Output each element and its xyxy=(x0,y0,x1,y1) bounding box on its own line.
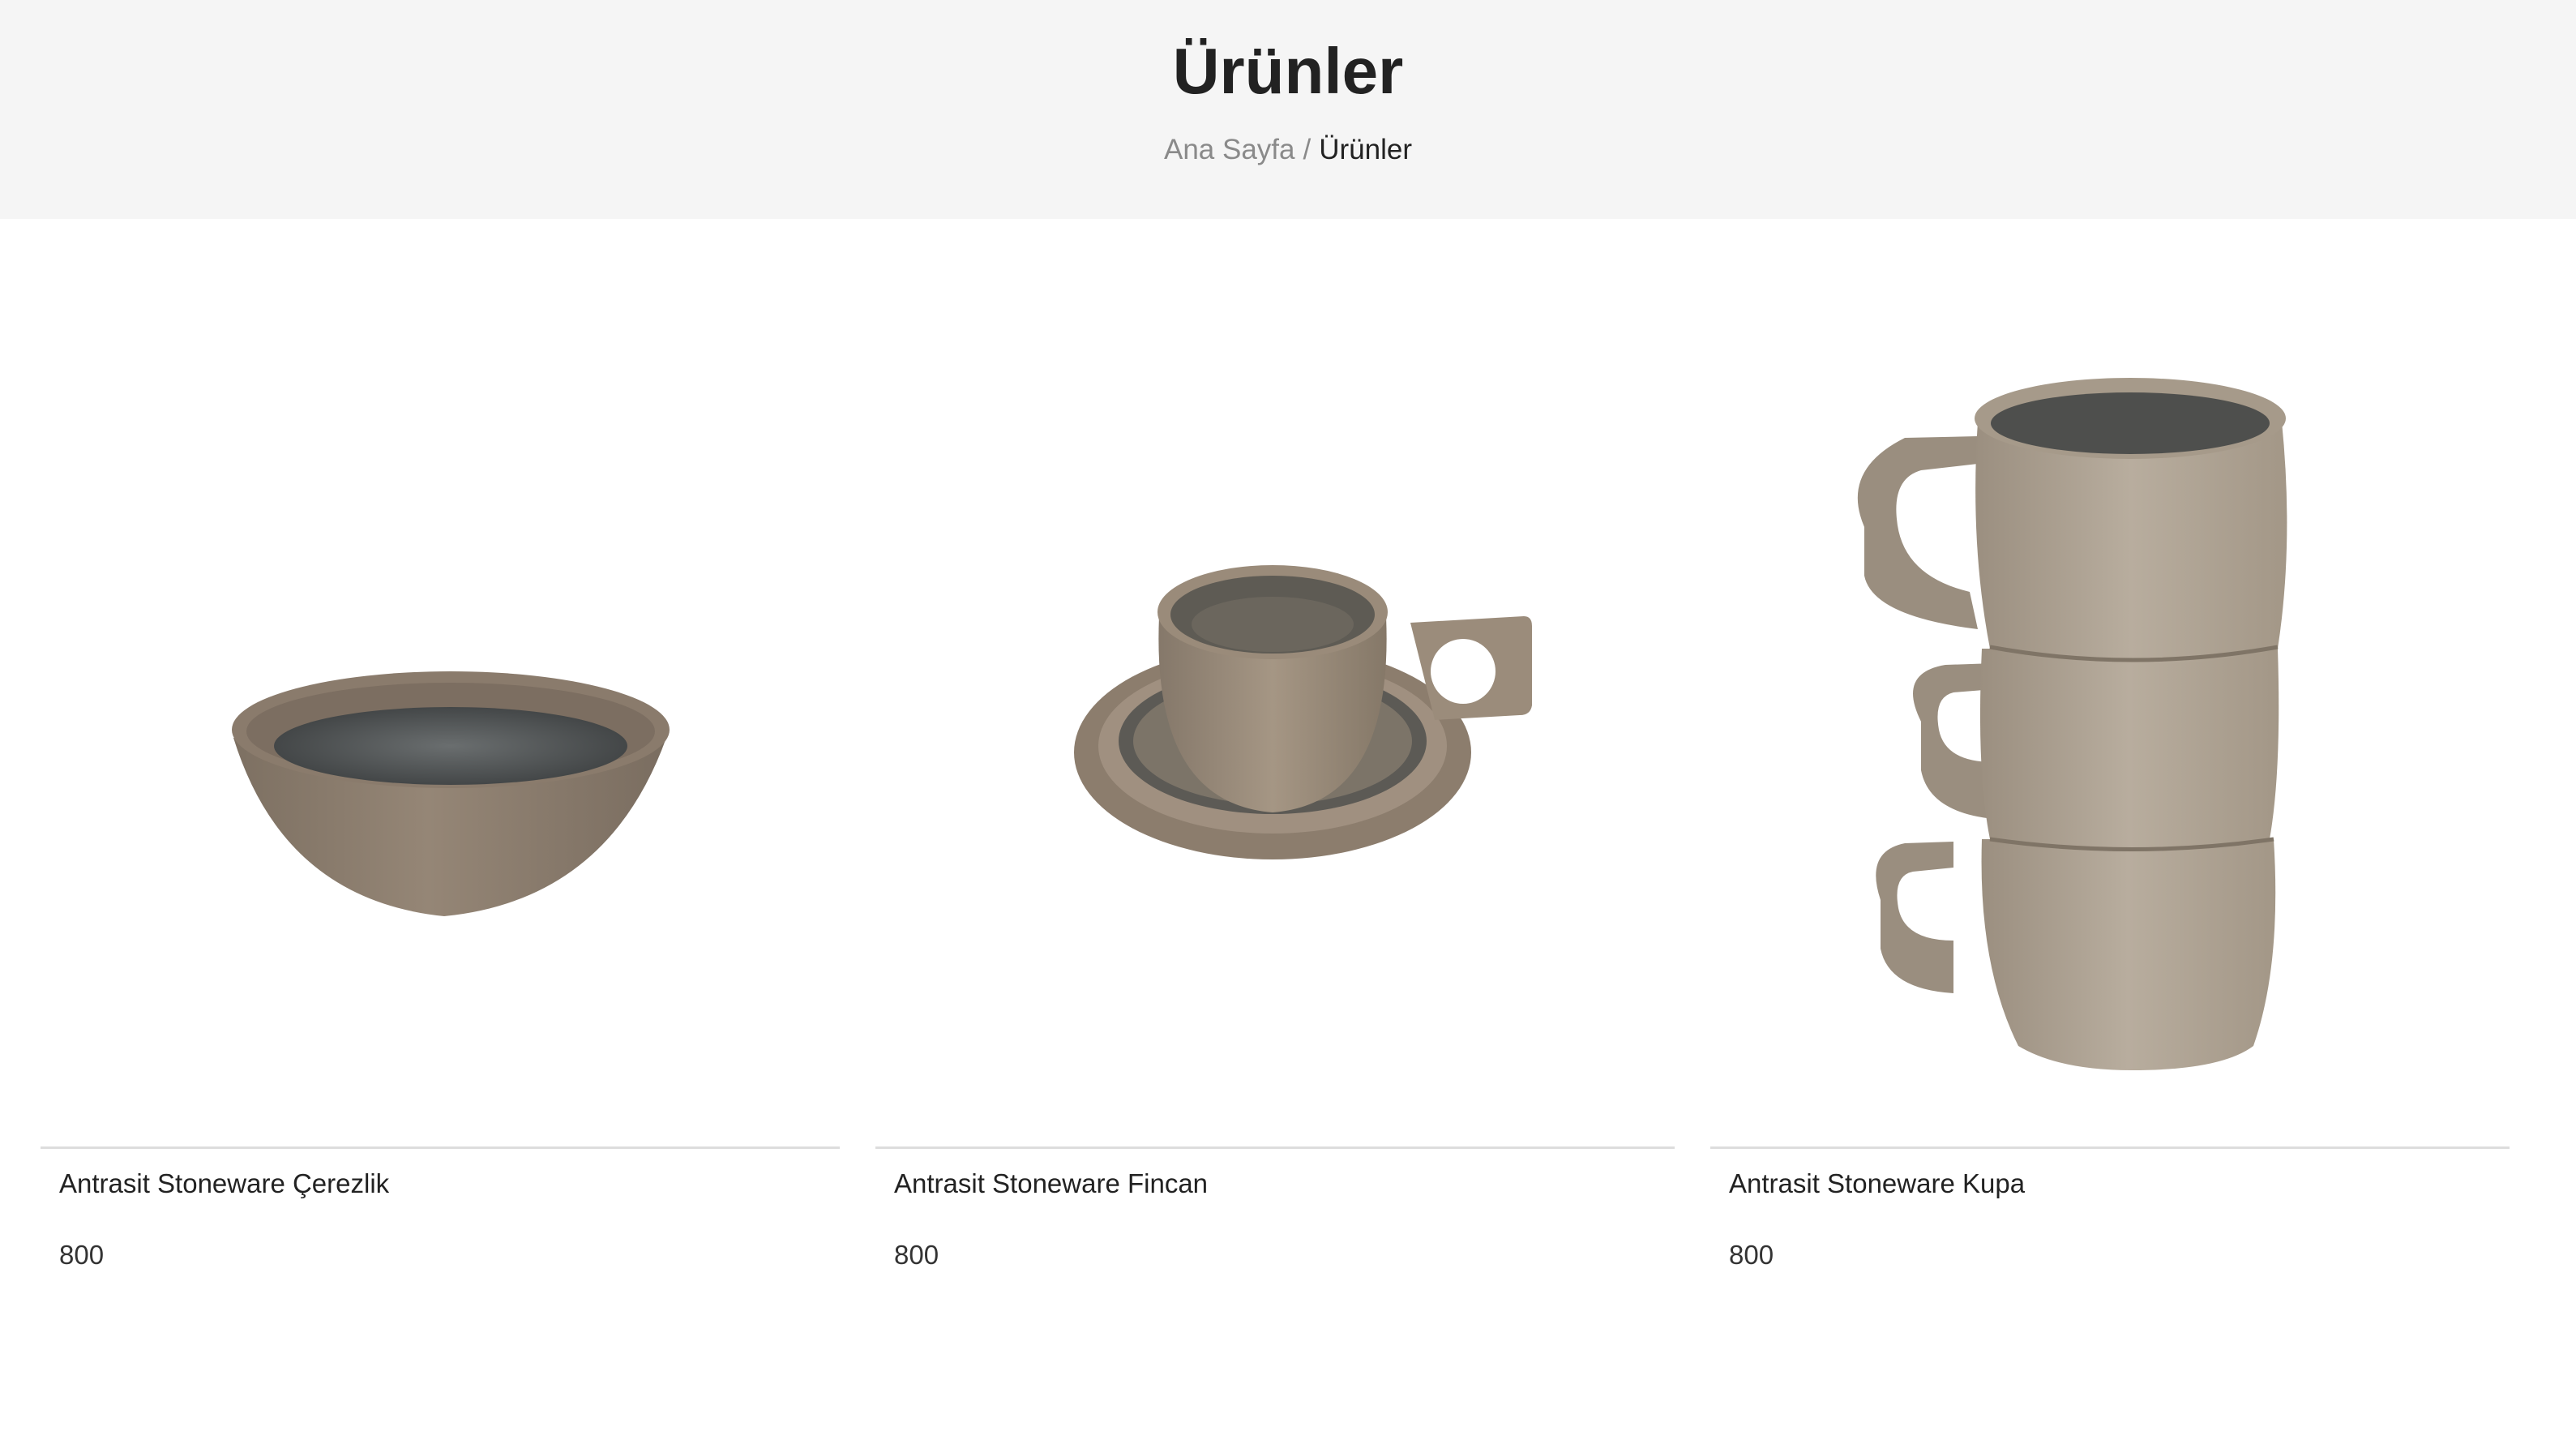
product-image-bowl[interactable] xyxy=(41,235,840,1148)
product-name[interactable]: Antrasit Stoneware Fincan xyxy=(894,1164,1208,1203)
product-name[interactable]: Antrasit Stoneware Kupa xyxy=(1729,1164,2025,1203)
breadcrumb: Ana Sayfa / Ürünler xyxy=(0,130,2576,170)
product-image-cup[interactable] xyxy=(875,235,1675,1148)
breadcrumb-current: Ürünler xyxy=(1319,134,1412,165)
page-title: Ürünler xyxy=(1172,35,1404,107)
page-header: Ürünler Ana Sayfa / Ürünler xyxy=(0,0,2576,219)
stacked-mugs-illustration xyxy=(1857,378,2287,1070)
product-divider xyxy=(41,1146,840,1149)
breadcrumb-home-link[interactable]: Ana Sayfa xyxy=(1164,134,1295,165)
product-divider xyxy=(875,1146,1675,1149)
breadcrumb-separator: / xyxy=(1303,134,1312,165)
bowl-illustration xyxy=(232,671,670,916)
product-price: 800 xyxy=(59,1240,105,1270)
product-name[interactable]: Antrasit Stoneware Çerezlik xyxy=(59,1164,389,1203)
product-price: 800 xyxy=(894,1240,939,1270)
product-card-fincan[interactable]: Antrasit Stoneware Fincan 800 xyxy=(875,235,1675,1289)
product-card-kupa[interactable]: Antrasit Stoneware Kupa 800 xyxy=(1710,235,2510,1289)
product-price: 800 xyxy=(1729,1240,1774,1270)
product-card-cerezlik[interactable]: Antrasit Stoneware Çerezlik 800 xyxy=(41,235,840,1289)
product-divider xyxy=(1710,1146,2510,1149)
cup-and-saucer-illustration xyxy=(1074,565,1532,859)
product-image-mugs[interactable] xyxy=(1710,235,2510,1148)
